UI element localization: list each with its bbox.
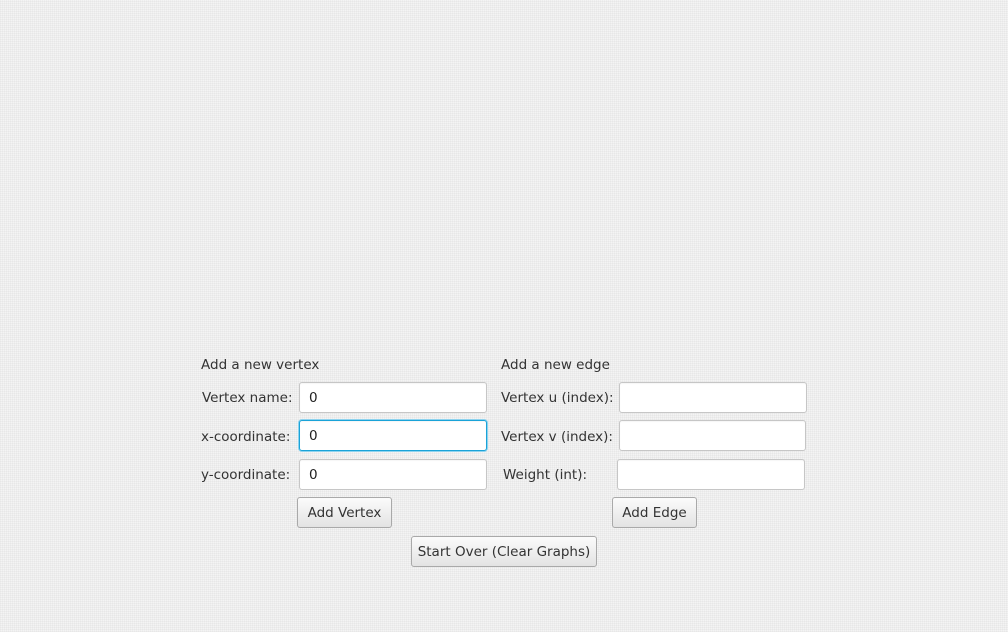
x-coordinate-label: x-coordinate:: [201, 429, 291, 445]
y-coordinate-field[interactable]: [299, 459, 487, 490]
graph-canvas[interactable]: [0, 0, 1008, 340]
edge-section-heading: Add a new edge: [501, 357, 610, 373]
weight-field[interactable]: [617, 459, 805, 490]
weight-label: Weight (int):: [503, 467, 588, 483]
y-coordinate-label: y-coordinate:: [201, 467, 291, 483]
vertex-u-label: Vertex u (index):: [501, 390, 614, 406]
vertex-name-field[interactable]: [299, 382, 487, 413]
x-coordinate-field[interactable]: [299, 420, 487, 451]
vertex-v-label: Vertex v (index):: [501, 429, 613, 445]
vertex-section-heading: Add a new vertex: [201, 357, 320, 373]
vertex-u-field[interactable]: [619, 382, 807, 413]
vertex-name-label: Vertex name:: [202, 390, 293, 406]
add-vertex-button[interactable]: Add Vertex: [297, 497, 392, 528]
add-edge-button[interactable]: Add Edge: [612, 497, 697, 528]
vertex-v-field[interactable]: [619, 420, 806, 451]
start-over-button[interactable]: Start Over (Clear Graphs): [411, 536, 597, 567]
